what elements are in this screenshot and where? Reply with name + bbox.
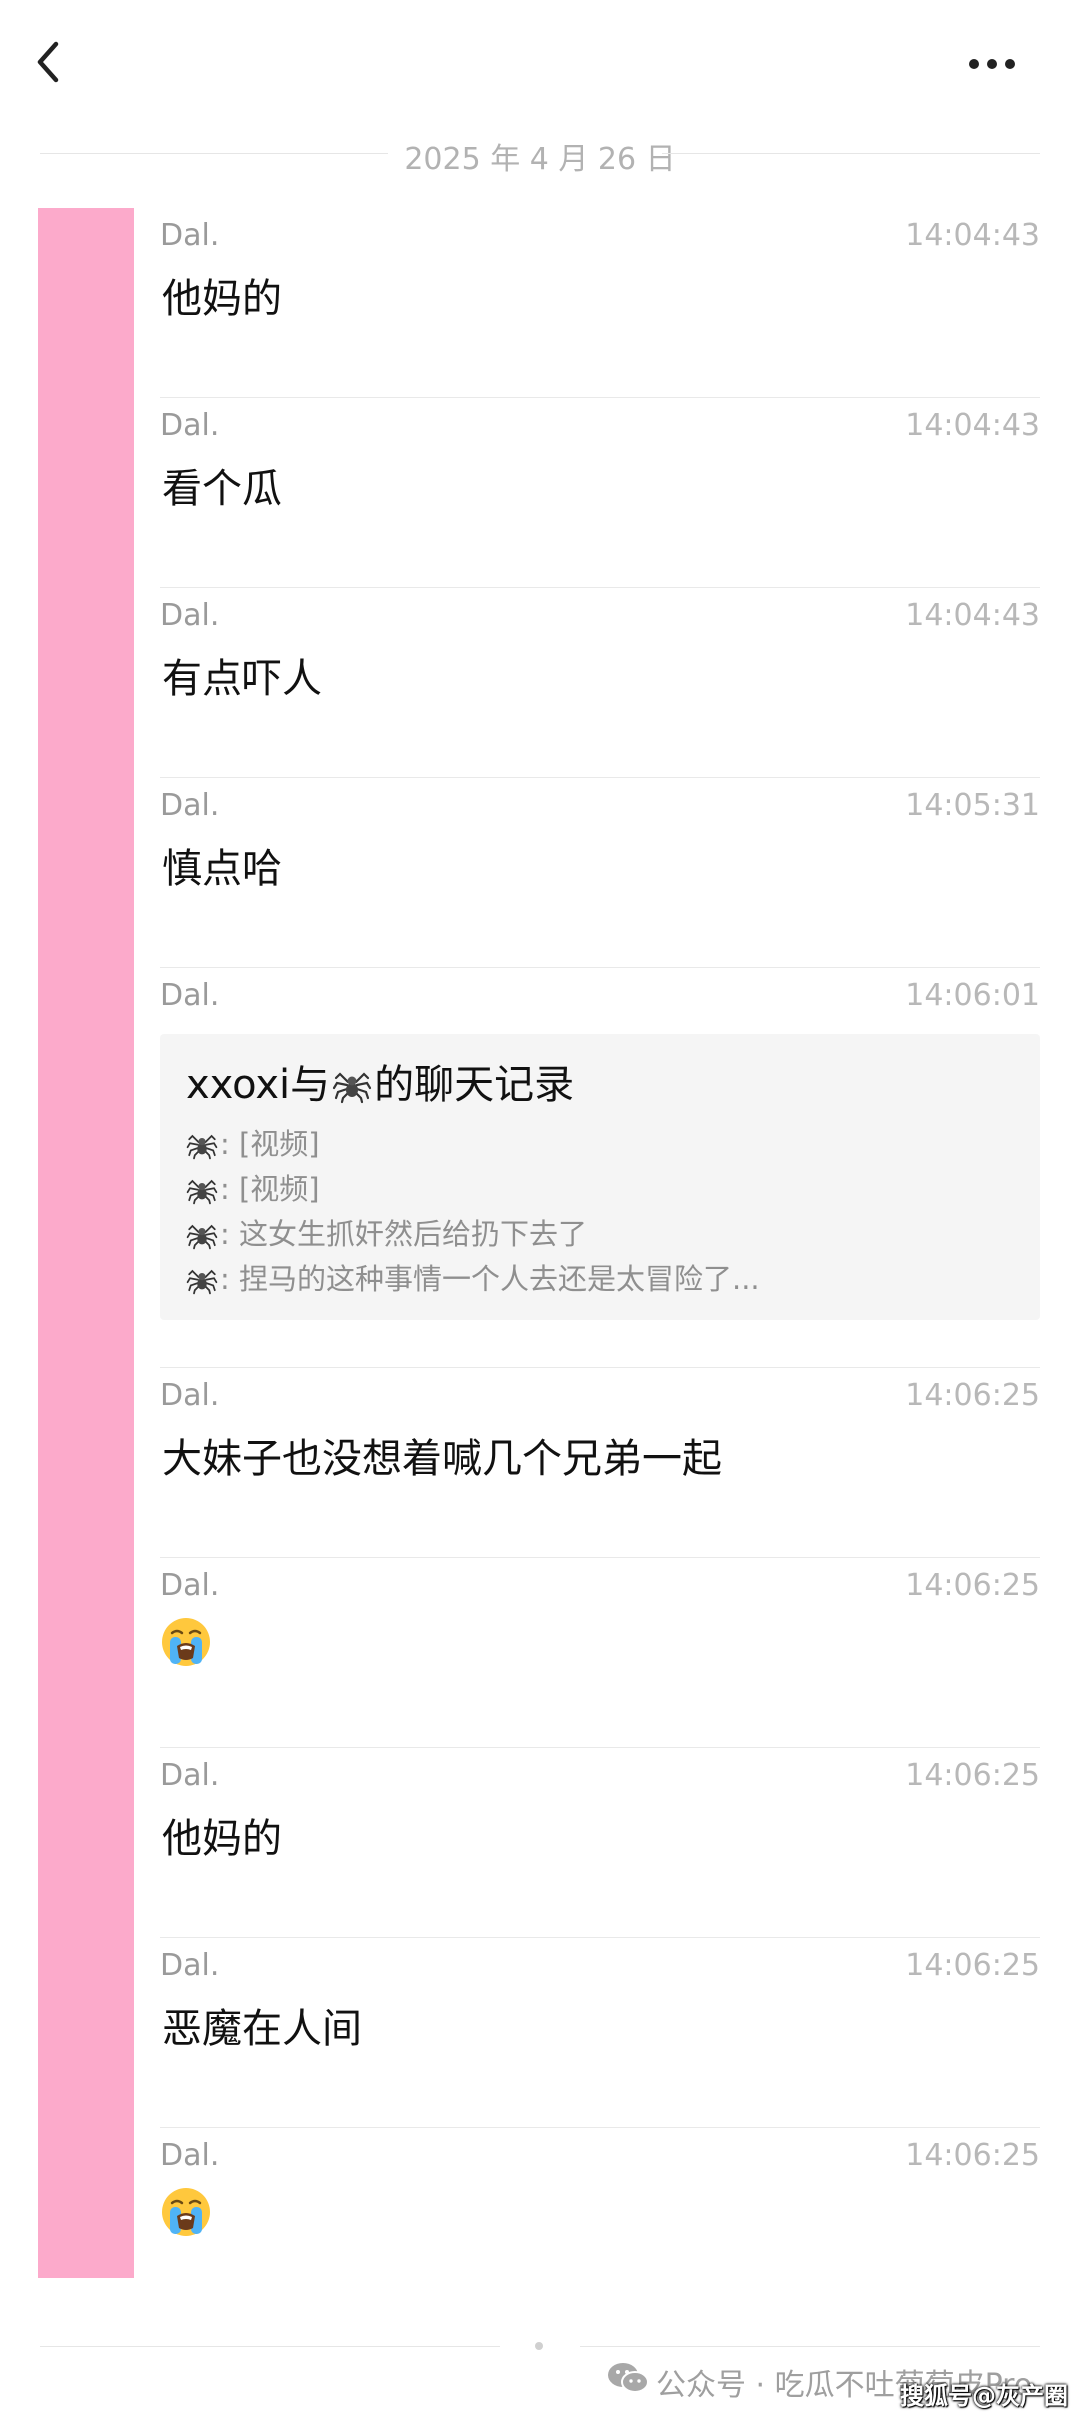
chat-record-card[interactable]: xxoxi与 的聊天记录 : [视频] : [视频] : 这女生抓奸然后给扔下去了…	[160, 1034, 1040, 1320]
more-horizontal-icon	[969, 59, 1015, 69]
wechat-icon	[608, 2363, 649, 2393]
footer: 公众号 · 吃瓜不吐葡萄皮Pro 搜狐号@灰产圈	[0, 2330, 1080, 2413]
top-bar	[0, 0, 1080, 130]
message-time: 14:06:01	[905, 978, 1040, 1013]
chat-record-line: : 捏马的这种事情一个人去还是太冒险了...	[186, 1257, 1026, 1302]
sender-name: Dal.	[160, 978, 220, 1013]
message-time: 14:06:25	[905, 1758, 1040, 1793]
message-time: 14:06:25	[905, 1948, 1040, 1983]
message-item[interactable]: Dal. 14:06:25	[160, 1558, 1040, 1748]
message-time: 14:05:31	[905, 788, 1040, 823]
message-time: 14:04:43	[905, 218, 1040, 253]
message-time: 14:06:25	[905, 1378, 1040, 1413]
loudly-crying-face-icon	[162, 1618, 210, 1666]
chevron-left-icon	[37, 41, 59, 83]
chat-record-line: : [视频]	[186, 1122, 1026, 1167]
spider-icon	[186, 1224, 218, 1250]
spider-icon	[333, 1072, 372, 1104]
sender-name: Dal.	[160, 2138, 220, 2173]
message-text: 慎点哈	[162, 846, 282, 892]
message-text: 大妹子也没想着喊几个兄弟一起	[162, 1436, 722, 1482]
message-text: 有点吓人	[162, 656, 322, 702]
chat-record-line-text: : 捏马的这种事情一个人去还是太冒险了...	[220, 1262, 760, 1296]
message-item[interactable]: Dal. 14:06:25 他妈的	[160, 1748, 1040, 1938]
message-item[interactable]: Dal. 14:06:25	[160, 2128, 1040, 2318]
message-item[interactable]: Dal. 14:05:31 慎点哈	[160, 778, 1040, 968]
message-item[interactable]: Dal. 14:04:43 有点吓人	[160, 588, 1040, 778]
message-text: 他妈的	[162, 276, 282, 322]
message-item[interactable]: Dal. 14:04:43 他妈的	[160, 208, 1040, 398]
sender-name: Dal.	[160, 1948, 220, 1983]
chat-record-line-text: : 这女生抓奸然后给扔下去了	[220, 1217, 587, 1251]
spider-icon	[186, 1269, 218, 1295]
message-item[interactable]: Dal. 14:06:25 恶魔在人间	[160, 1938, 1040, 2128]
more-options-button[interactable]	[960, 32, 1040, 92]
date-label: 2025 年 4 月 26 日	[404, 142, 676, 177]
back-button[interactable]	[22, 32, 82, 92]
chat-record-line: : 这女生抓奸然后给扔下去了	[186, 1212, 1026, 1257]
message-time: 14:04:43	[905, 408, 1040, 443]
sender-name: Dal.	[160, 408, 220, 443]
message-text: 看个瓜	[162, 466, 282, 512]
spider-icon	[186, 1179, 218, 1205]
footer-line-left	[40, 2346, 500, 2347]
spider-icon	[186, 1134, 218, 1160]
sender-name: Dal.	[160, 1758, 220, 1793]
message-time: 14:06:25	[905, 1568, 1040, 1603]
divider-line-right	[662, 153, 1040, 154]
message-item[interactable]: Dal. 14:04:43 看个瓜	[160, 398, 1040, 588]
chat-record-title-suffix: 的聊天记录	[374, 1062, 575, 1108]
message-time: 14:04:43	[905, 598, 1040, 633]
chat-record-title: xxoxi与 的聊天记录	[186, 1052, 574, 1110]
chat-record-title-prefix: xxoxi与	[186, 1062, 331, 1108]
sender-name: Dal.	[160, 598, 220, 633]
chat-record-lines: : [视频] : [视频] : 这女生抓奸然后给扔下去了 : 捏马的这种事情一个…	[186, 1122, 1026, 1302]
message-time: 14:06:25	[905, 2138, 1040, 2173]
chat-record-line: : [视频]	[186, 1167, 1026, 1212]
chat-record-line-text: : [视频]	[220, 1127, 320, 1161]
sender-name: Dal.	[160, 1378, 220, 1413]
sender-name: Dal.	[160, 218, 220, 253]
message-text: 恶魔在人间	[162, 2006, 362, 2052]
chat-record-line-text: : [视频]	[220, 1172, 320, 1206]
date-divider: 2025 年 4 月 26 日	[40, 130, 1040, 177]
loudly-crying-face-icon	[162, 2188, 210, 2236]
message-text: 他妈的	[162, 1816, 282, 1862]
message-item[interactable]: Dal. 14:06:25 大妹子也没想着喊几个兄弟一起	[160, 1368, 1040, 1558]
sohu-watermark: 搜狐号@灰产圈	[900, 2382, 1068, 2410]
sender-name: Dal.	[160, 788, 220, 823]
message-item-chat-record: Dal. 14:06:01 xxoxi与 的聊天记录 : [视频] : [视频] …	[160, 968, 1040, 1368]
pink-accent-bar	[38, 208, 134, 2278]
footer-dot	[535, 2342, 543, 2350]
footer-line-right	[580, 2346, 1040, 2347]
sender-name: Dal.	[160, 1568, 220, 1603]
message-list: Dal. 14:04:43 他妈的 Dal. 14:04:43 看个瓜 Dal.…	[160, 208, 1040, 2318]
